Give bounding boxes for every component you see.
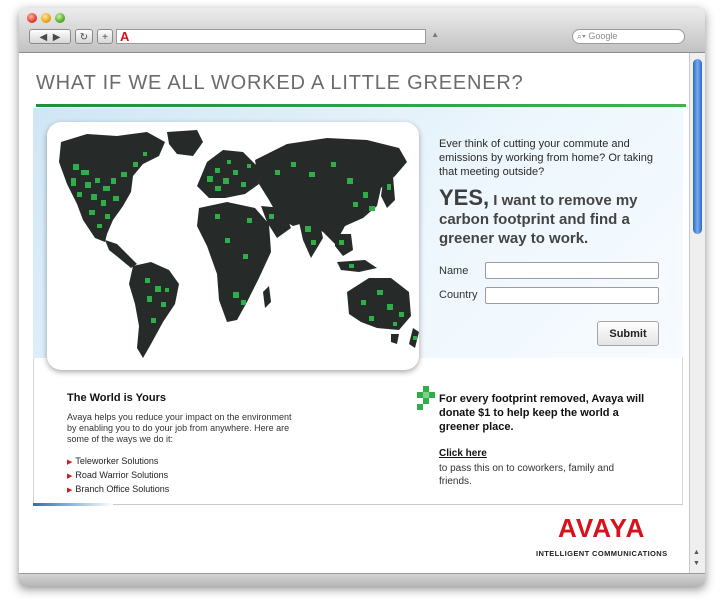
page-headline: WHAT IF WE ALL WORKED A LITTLE GREENER? [36,72,524,94]
bullet-arrow-icon: ▶ [67,459,73,466]
magnifier-icon: ⌕▾ [577,31,586,41]
vertical-scrollbar[interactable]: ▲ ▼ [689,53,705,573]
green-pixel-icon [417,386,435,410]
bullet-arrow-icon: ▶ [67,487,73,494]
headline-underline [36,104,686,107]
world-map-card [47,122,419,370]
scroll-up-icon[interactable]: ▲ [693,549,700,556]
add-bookmark-button[interactable]: + [97,29,113,44]
content-frame-left [33,358,34,504]
submit-button[interactable]: Submit [597,321,659,346]
bullet-arrow-icon: ▶ [67,473,73,480]
footer-divider [33,504,683,505]
search-placeholder: Google [588,31,618,41]
back-forward-button[interactable]: ◀ ▶ [29,29,71,44]
solution-link-teleworker[interactable]: ▶ Teleworker Solutions [67,456,158,466]
intro-question: Ever think of cutting your commute and e… [439,138,653,178]
forward-arrow-icon[interactable]: ▶ [53,32,61,43]
browser-window: ◀ ▶ ↻ + A ▲ ⌕▾ Google WHAT IF WE ALL WOR… [19,8,705,586]
pledge-yes: YES, [439,185,490,210]
solution-link-road-warrior[interactable]: ▶ Road Warrior Solutions [67,470,168,480]
solution-label: Teleworker Solutions [75,456,159,466]
avaya-logo: AVAYA [558,513,646,543]
country-label: Country [439,289,478,301]
pledge-message: YES, I want to remove my carbon footprin… [439,185,669,248]
solution-label: Branch Office Solutions [75,484,170,494]
browser-toolbar: ◀ ▶ ↻ + A ▲ ⌕▾ Google [19,8,705,53]
zoom-window-button[interactable] [55,13,65,23]
donation-message: For every footprint removed, Avaya will … [439,393,645,433]
solution-label: Road Warrior Solutions [75,470,169,480]
share-description: to pass this on to coworkers, family and… [439,463,615,487]
status-bar [19,573,705,586]
back-arrow-icon[interactable]: ◀ [40,32,48,43]
reload-button[interactable]: ↻ [75,29,93,44]
close-window-button[interactable] [27,13,37,23]
scrollbar-thumb[interactable] [693,59,702,234]
name-field[interactable] [485,262,659,279]
address-bar[interactable]: A ▲ [116,29,439,44]
content-frame-right [682,358,683,504]
site-favicon-icon: A [120,29,130,44]
page-viewport: WHAT IF WE ALL WORKED A LITTLE GREENER? [19,53,689,573]
share-link[interactable]: Click here [439,448,487,459]
map-land [59,130,419,358]
logo-tagline: INTELLIGENT COMMUNICATIONS [536,549,668,558]
world-map [59,130,419,358]
reload-icon: ↻ [79,32,89,43]
plus-icon: + [102,32,108,43]
chevron-up-icon: ▲ [431,30,439,39]
country-field[interactable] [485,287,659,304]
search-input[interactable]: ⌕▾ Google [572,29,685,44]
footer-accent [33,503,113,506]
section-title: The World is Yours [67,392,167,404]
name-label: Name [439,265,469,277]
section-description: Avaya helps you reduce your impact on th… [67,412,292,444]
solution-link-branch-office[interactable]: ▶ Branch Office Solutions [67,484,169,494]
scroll-down-icon[interactable]: ▼ [693,560,700,567]
minimize-window-button[interactable] [41,13,51,23]
